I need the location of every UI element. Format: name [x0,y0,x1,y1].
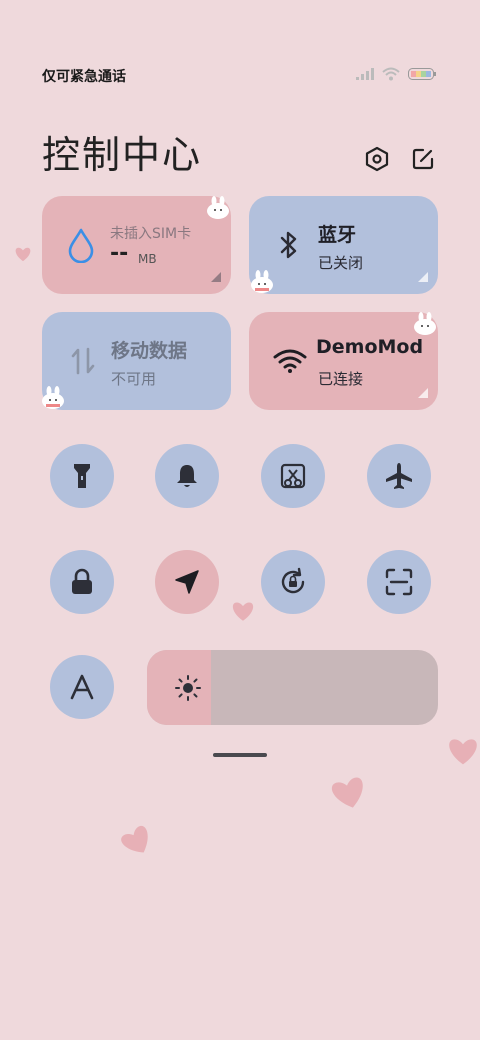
scan-icon [385,568,413,596]
airplane-icon [386,463,412,489]
heart-decoration-icon [15,247,31,262]
wifi-tile[interactable]: DemoMod 已连接 [249,312,438,410]
bunny-sticker-icon [42,386,64,409]
bunny-sticker-icon [207,196,229,219]
data-arrows-icon [71,347,95,375]
bluetooth-icon [280,231,297,259]
airplane-toggle[interactable] [367,444,431,508]
heart-decoration-icon [121,825,148,853]
wifi-icon [273,349,307,373]
lock-icon [72,568,92,594]
location-toggle[interactable] [155,550,219,614]
sun-icon [175,675,201,701]
data-usage-value: -- [110,241,129,266]
flashlight-icon [74,464,90,488]
wifi-status: 已连接 [318,370,364,388]
bluetooth-status: 已关闭 [318,254,364,272]
sim-status-text: 未插入SIM卡 [110,226,192,242]
bell-icon [177,465,197,487]
signal-icon [356,68,374,80]
rotation-lock-toggle[interactable] [261,550,325,614]
font-size-toggle[interactable] [50,655,114,719]
brightness-slider[interactable] [147,650,438,725]
water-drop-icon [68,228,94,263]
ring-toggle[interactable] [155,444,219,508]
bunny-sticker-icon [251,270,273,293]
heart-decoration-icon [449,739,477,765]
mobile-data-label: 移动数据 [111,340,188,362]
lock-screen-toggle[interactable] [50,550,114,614]
heart-decoration-icon [232,602,254,621]
tile-expand-corner [418,388,428,398]
mobile-data-tile[interactable]: 移动数据 不可用 [42,312,231,410]
flashlight-toggle[interactable] [50,444,114,508]
tile-expand-corner [211,272,221,282]
settings-hexagon-icon[interactable] [362,144,392,174]
status-carrier-text: 仅可紧急通话 [42,69,126,85]
battery-icon [408,68,436,80]
font-a-icon [70,674,94,700]
screenshot-scissors-icon [280,463,306,489]
data-usage-tile[interactable]: 未插入SIM卡 -- MB [42,196,231,294]
mobile-data-status: 不可用 [111,370,157,388]
edit-icon[interactable] [408,144,438,174]
scanner-toggle[interactable] [367,550,431,614]
wifi-icon [382,67,400,81]
page-title: 控制中心 [42,133,203,177]
home-indicator[interactable] [213,753,267,757]
screenshot-toggle[interactable] [261,444,325,508]
rotation-lock-icon [281,567,305,594]
data-usage-unit: MB [138,252,157,266]
tile-expand-corner [418,272,428,282]
bluetooth-label: 蓝牙 [318,224,357,246]
bluetooth-tile[interactable]: 蓝牙 已关闭 [249,196,438,294]
location-arrow-icon [175,570,199,594]
bunny-sticker-icon [414,312,436,335]
heart-decoration-icon [331,777,363,808]
status-icons [356,67,436,81]
wifi-network-name: DemoMod [316,336,424,358]
